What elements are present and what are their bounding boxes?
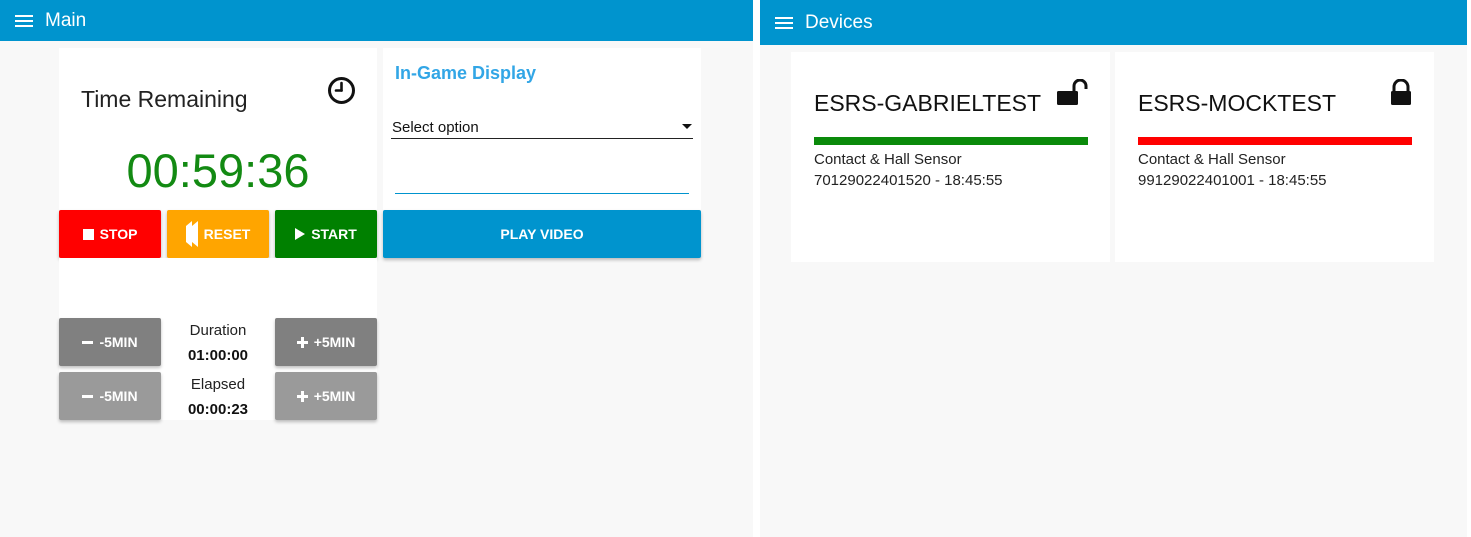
start-label: START — [311, 226, 357, 242]
elapsed-value: 00:00:23 — [187, 401, 249, 418]
device-status-bar — [814, 137, 1088, 145]
device-id-time: 70129022401520 - 18:45:55 — [814, 172, 1003, 189]
elapsed-label: Elapsed — [190, 376, 246, 393]
start-button[interactable]: START — [275, 210, 377, 258]
duration-minus-label: -5MIN — [99, 334, 138, 350]
stop-icon — [82, 228, 94, 240]
device-sensor: Contact & Hall Sensor — [1138, 151, 1286, 168]
device-card: ESRS-GABRIELTEST Contact & Hall Sensor 7… — [791, 52, 1110, 262]
play-icon — [295, 228, 306, 240]
in-game-display-card: In-Game Display Select option — [383, 48, 701, 210]
in-game-display-title: In-Game Display — [395, 63, 537, 83]
reset-button[interactable]: RESET — [167, 210, 269, 258]
duration-label: Duration — [189, 322, 247, 339]
play-video-button[interactable]: PLAY VIDEO — [383, 210, 701, 258]
elapsed-minus-label: -5MIN — [99, 388, 138, 404]
elapsed-plus-label: +5MIN — [313, 388, 356, 404]
elapsed-minus-button[interactable]: -5MIN — [59, 372, 161, 420]
duration-minus-button[interactable]: -5MIN — [59, 318, 161, 366]
duration-value: 01:00:00 — [187, 347, 249, 364]
plus-icon — [296, 390, 308, 402]
minus-icon — [82, 340, 94, 344]
device-id-time: 99129022401001 - 18:45:55 — [1138, 172, 1327, 189]
lock-open-icon[interactable] — [1057, 79, 1089, 106]
stop-label: STOP — [99, 226, 138, 242]
display-select-value: Select option — [392, 119, 479, 136]
device-sensor: Contact & Hall Sensor — [814, 151, 962, 168]
skip-back-icon — [185, 221, 198, 247]
devices-title: Devices — [805, 11, 873, 33]
menu-icon[interactable] — [775, 16, 793, 30]
menu-icon[interactable] — [15, 14, 33, 28]
panel-divider — [753, 0, 760, 537]
clock-icon — [328, 77, 355, 104]
duration-plus-button[interactable]: +5MIN — [275, 318, 377, 366]
elapsed-plus-button[interactable]: +5MIN — [275, 372, 377, 420]
time-remaining-title: Time Remaining — [81, 86, 248, 112]
lock-closed-icon[interactable] — [1389, 79, 1413, 107]
devices-header: Devices — [760, 0, 1467, 45]
time-remaining-card: Time Remaining 00:59:36 — [59, 48, 377, 210]
main-header: Main — [0, 0, 753, 41]
play-video-label: PLAY VIDEO — [500, 226, 584, 242]
minus-icon — [82, 394, 94, 398]
main-title: Main — [45, 9, 87, 31]
device-name: ESRS-GABRIELTEST — [814, 90, 1042, 116]
caret-down-icon — [682, 124, 692, 129]
device-name: ESRS-MOCKTEST — [1138, 90, 1337, 116]
stop-button[interactable]: STOP — [59, 210, 161, 258]
panel-edge — [1467, 0, 1471, 537]
reset-label: RESET — [203, 226, 251, 242]
time-remaining-value: 00:59:36 — [126, 144, 310, 197]
display-text-input[interactable] — [395, 168, 689, 194]
duration-plus-label: +5MIN — [313, 334, 356, 350]
device-card: ESRS-MOCKTEST Contact & Hall Sensor 9912… — [1115, 52, 1434, 262]
display-select[interactable]: Select option — [391, 116, 693, 139]
plus-icon — [296, 336, 308, 348]
device-status-bar — [1138, 137, 1412, 145]
